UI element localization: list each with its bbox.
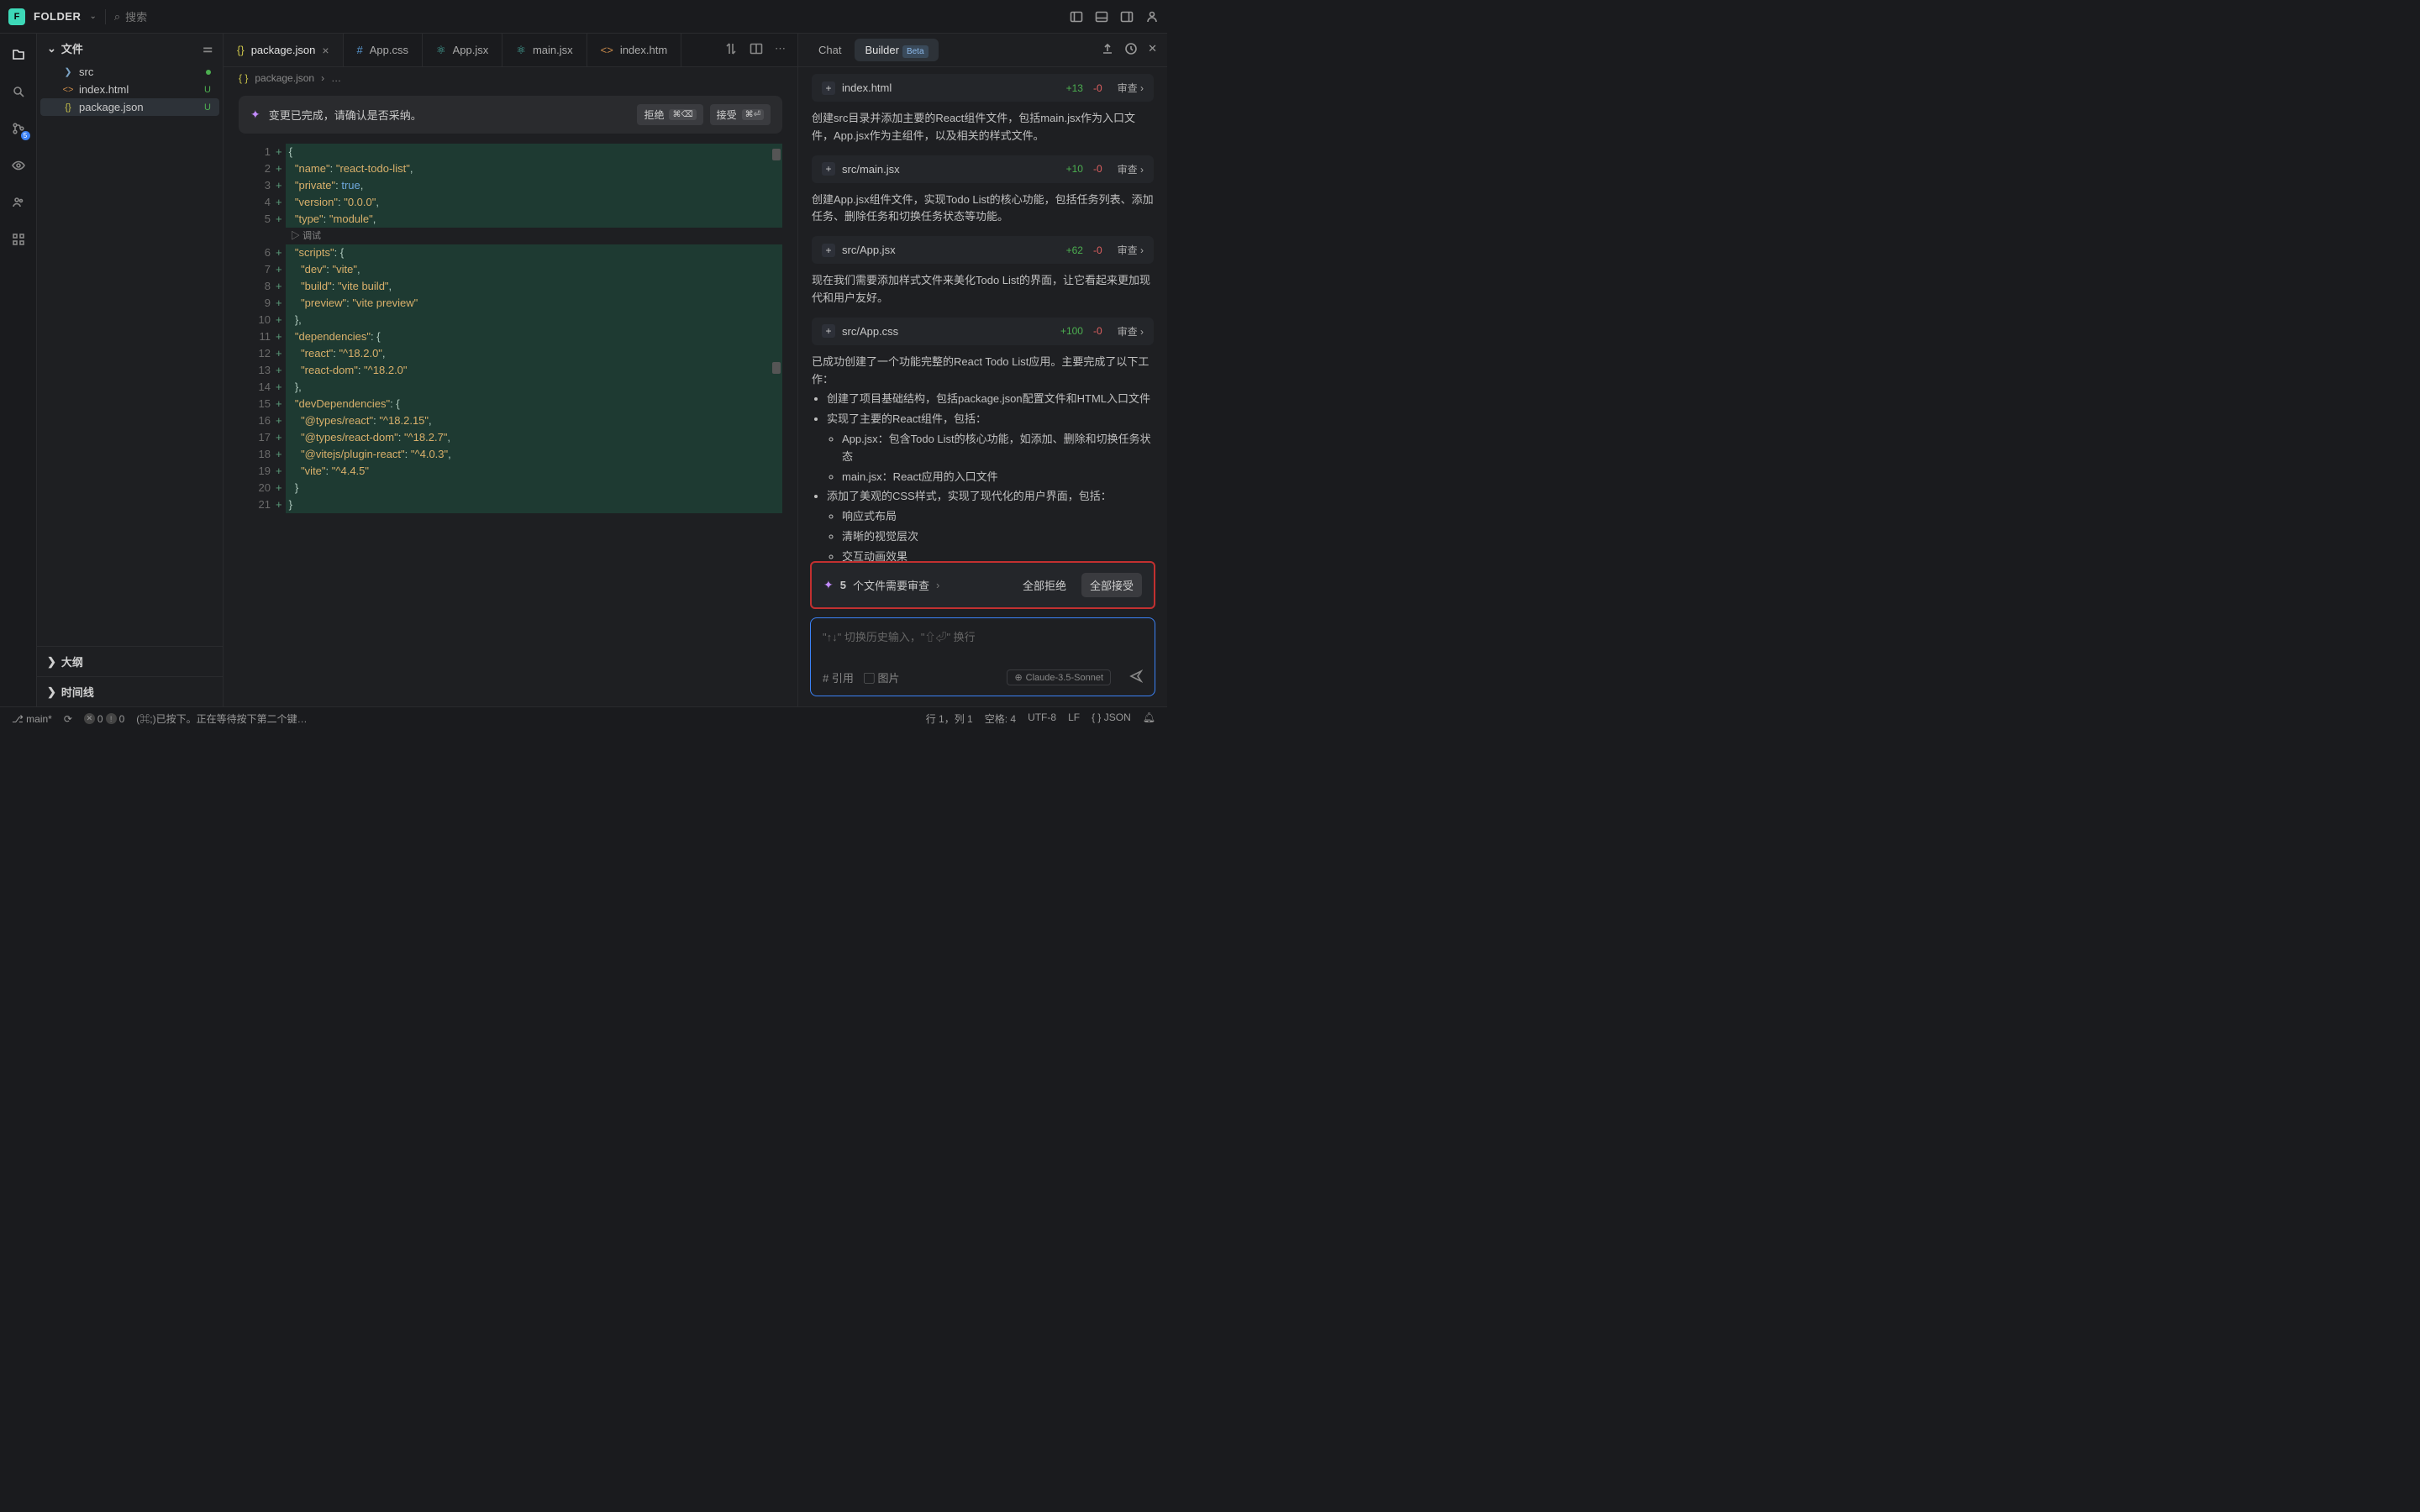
model-select[interactable]: ⊕ Claude-3.5-Sonnet <box>1007 669 1111 685</box>
sync-icon[interactable]: ⟳ <box>64 713 72 725</box>
eol-indicator[interactable]: LF <box>1068 711 1080 726</box>
eye-icon[interactable] <box>9 156 28 175</box>
image-button[interactable]: ▢ 图片 <box>864 669 900 685</box>
sparkle-icon: ✦ <box>823 578 834 592</box>
sidebar-files-header[interactable]: ⌄ 文件 ⚌ <box>37 34 223 63</box>
upload-icon[interactable] <box>1101 42 1114 58</box>
panel-left-icon[interactable] <box>1070 10 1083 24</box>
send-icon[interactable] <box>1129 669 1143 685</box>
accept-all-button[interactable]: 全部接受 <box>1081 573 1142 597</box>
editor[interactable]: 1+ {2+ "name": "react-todo-list",3+ "pri… <box>225 144 782 706</box>
apps-icon[interactable] <box>9 230 28 249</box>
file-card[interactable]: +index.html+13-0审查 › <box>812 74 1154 102</box>
scm-icon[interactable]: 5 <box>9 119 28 138</box>
file-card[interactable]: +src/App.css+100-0审查 › <box>812 318 1154 345</box>
right-panel: Chat BuilderBeta ✕ +index.html+13-0审查 ›创… <box>797 34 1167 706</box>
tab-row: {}package.json×#App.css⚛App.jsx⚛main.jsx… <box>224 34 797 67</box>
activity-bar: 5 <box>0 34 37 706</box>
cursor-position[interactable]: 行 1，列 1 <box>926 711 973 726</box>
search-icon: ⌕ <box>114 10 120 24</box>
tab-main.jsx[interactable]: ⚛main.jsx <box>502 34 587 66</box>
panel-bottom-icon[interactable] <box>1095 10 1108 24</box>
sidebar-header-label: 文件 <box>61 40 83 56</box>
explorer-icon[interactable] <box>9 45 28 64</box>
titlebar: F FOLDER ⌄ ⌕ 搜索 <box>0 0 1167 34</box>
tree-row-index.html[interactable]: <>index.htmlU <box>40 81 219 98</box>
review-count: 5 <box>840 579 846 591</box>
statusbar: ⎇ main* ⟳ ✕0 !0 (⌘;)已按下。正在等待按下第二个键… 行 1，… <box>0 706 1167 730</box>
separator <box>105 9 106 24</box>
tree-row-package.json[interactable]: {}package.jsonU <box>40 98 219 116</box>
tab-App.css[interactable]: #App.css <box>344 34 423 66</box>
user-icon[interactable] <box>1145 10 1159 24</box>
tab-package.json[interactable]: {}package.json× <box>224 34 344 66</box>
history-icon[interactable] <box>1124 42 1138 58</box>
folder-name[interactable]: FOLDER <box>34 10 81 23</box>
sparkle-icon: ✦ <box>250 108 260 122</box>
chevron-down-icon[interactable]: ⌄ <box>89 12 96 21</box>
review-link[interactable]: 审查 › <box>1118 81 1144 95</box>
sidebar: ⌄ 文件 ⚌ ❯src<>index.htmlU{}package.jsonU … <box>37 34 224 706</box>
chevron-right-icon[interactable]: › <box>936 579 939 591</box>
bell-icon[interactable]: 🔔︎ <box>1143 711 1155 726</box>
more-icon[interactable]: ⋯ <box>775 42 786 58</box>
search-box[interactable]: ⌕ 搜索 <box>114 8 147 24</box>
timeline-section[interactable]: ❯时间线 <box>37 676 223 706</box>
encoding-indicator[interactable]: UTF-8 <box>1028 711 1056 726</box>
breadcrumb[interactable]: { } package.json›… <box>224 67 797 89</box>
errors-indicator[interactable]: ✕0 !0 <box>84 713 124 725</box>
tab-builder[interactable]: BuilderBeta <box>855 39 938 61</box>
review-link[interactable]: 审查 › <box>1118 243 1144 257</box>
search-activity-icon[interactable] <box>9 82 28 101</box>
review-link[interactable]: 审查 › <box>1118 324 1144 339</box>
review-link[interactable]: 审查 › <box>1118 162 1144 176</box>
banner-message: 变更已完成，请确认是否采纳。 <box>269 107 422 123</box>
chevron-down-icon: ⌄ <box>47 42 56 55</box>
tab-chat[interactable]: Chat <box>808 39 851 61</box>
indent-indicator[interactable]: 空格: 4 <box>985 711 1016 726</box>
status-message: (⌘;)已按下。正在等待按下第二个键… <box>136 711 307 726</box>
input-placeholder: "↑↓" 切换历史输入，"⇧⏎" 换行 <box>823 628 1143 644</box>
change-banner: ✦ 变更已完成，请确认是否采纳。 拒绝⌘⌫ 接受⌘⏎ <box>239 96 782 134</box>
accept-button[interactable]: 接受⌘⏎ <box>710 104 771 125</box>
tab-index.htm[interactable]: <>index.htm <box>587 34 682 66</box>
quote-button[interactable]: # 引用 <box>823 669 854 685</box>
close-icon[interactable]: ✕ <box>1148 42 1157 58</box>
review-bar: ✦ 5 个文件需要审查 › 全部拒绝 全部接受 <box>810 561 1155 609</box>
outline-section[interactable]: ❯大纲 <box>37 646 223 676</box>
input-panel[interactable]: "↑↓" 切换历史输入，"⇧⏎" 换行 # 引用 ▢ 图片 ⊕ Claude-3… <box>810 617 1155 696</box>
close-icon[interactable]: × <box>322 44 329 57</box>
search-placeholder: 搜索 <box>125 8 147 24</box>
tree-row-src[interactable]: ❯src <box>40 63 219 81</box>
reject-all-button[interactable]: 全部拒绝 <box>1014 573 1075 597</box>
compare-icon[interactable] <box>724 42 738 58</box>
language-indicator[interactable]: { } JSON <box>1092 711 1131 726</box>
file-card[interactable]: +src/main.jsx+10-0审查 › <box>812 155 1154 183</box>
branch-indicator[interactable]: ⎇ main* <box>12 713 52 725</box>
review-label: 个文件需要审查 <box>853 577 929 593</box>
sidebar-settings-icon[interactable]: ⚌ <box>203 42 213 55</box>
panel-right-icon[interactable] <box>1120 10 1134 24</box>
tab-App.jsx[interactable]: ⚛App.jsx <box>423 34 502 66</box>
reject-button[interactable]: 拒绝⌘⌫ <box>637 104 702 125</box>
users-icon[interactable] <box>9 193 28 212</box>
file-card[interactable]: +src/App.jsx+62-0审查 › <box>812 236 1154 264</box>
app-icon: F <box>8 8 25 25</box>
split-icon[interactable] <box>750 42 763 58</box>
